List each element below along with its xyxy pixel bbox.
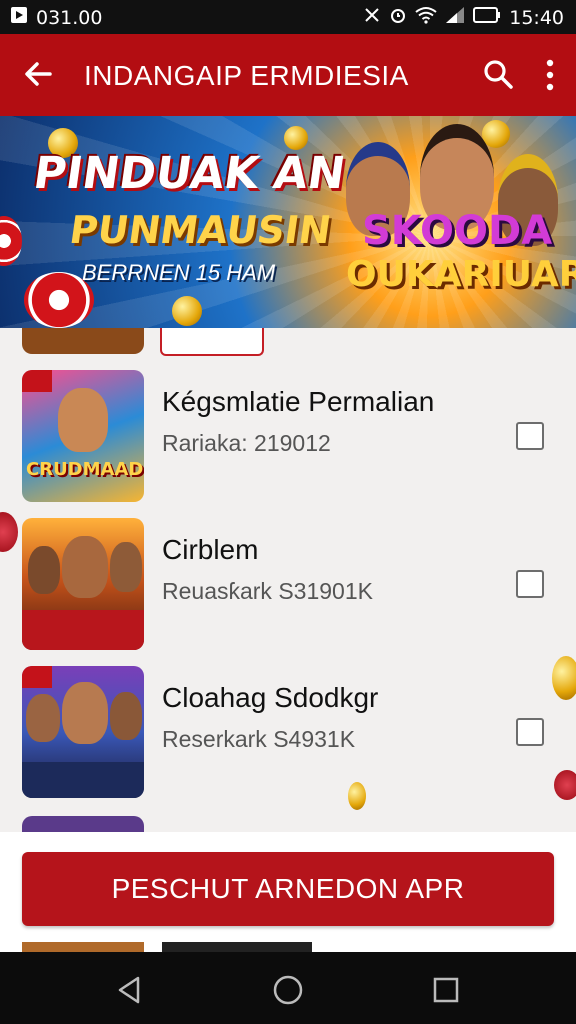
item-subtitle: Reuasƙark S31901K bbox=[162, 578, 373, 604]
coin-icon bbox=[284, 126, 308, 150]
character-face bbox=[26, 694, 60, 742]
item-title: Kégsmlatie Permalian bbox=[162, 386, 435, 417]
character-face bbox=[110, 542, 142, 592]
banner-brand-top: SKOODA bbox=[362, 208, 553, 254]
search-icon[interactable] bbox=[482, 58, 514, 90]
character-face bbox=[58, 388, 108, 452]
item-subtitle: Rariaka: 219012 bbox=[162, 430, 331, 456]
primary-cta-button[interactable]: PESCHUT ARNEDON APR bbox=[22, 852, 554, 926]
game-thumbnail bbox=[22, 518, 144, 650]
vibrate-icon bbox=[363, 6, 381, 29]
item-checkbox[interactable] bbox=[516, 422, 544, 450]
item-subtitle: Reserkark S4931K bbox=[162, 726, 356, 752]
character-face bbox=[28, 546, 60, 594]
status-bar: 031.00 15:40 bbox=[0, 0, 576, 34]
nav-back-icon[interactable] bbox=[110, 970, 150, 1010]
list-item-partial bbox=[22, 816, 144, 832]
item-title: Cloahag Sdodkgr bbox=[162, 682, 379, 713]
floating-coin-icon bbox=[552, 656, 576, 700]
signal-icon bbox=[445, 6, 465, 29]
list-item[interactable]: Cloahag Sdodkgr Reserkark S4931K bbox=[0, 666, 576, 814]
list-item-partial bbox=[22, 328, 144, 354]
banner-headline: PINDUAK AN bbox=[30, 148, 349, 199]
wifi-icon bbox=[415, 6, 437, 29]
system-nav-bar bbox=[0, 952, 576, 1024]
thumb-label: CRUDMAAD bbox=[26, 459, 144, 480]
banner-tagline: BERRNEN 15 HAM bbox=[82, 260, 276, 285]
more-vert-icon[interactable] bbox=[538, 58, 562, 92]
alarm-icon bbox=[389, 6, 407, 29]
thumb-ribbon bbox=[22, 370, 52, 392]
promo-banner[interactable]: PINDUAK AN PUNMAUSIN BERRNEN 15 HAM SKOO… bbox=[0, 116, 576, 328]
character-face bbox=[110, 692, 142, 740]
character-shirt bbox=[22, 762, 144, 798]
status-time: 15:40 bbox=[509, 6, 564, 29]
floating-chip-icon bbox=[554, 770, 576, 800]
app-bar: INDANGAIP ERMDIESIA bbox=[0, 34, 576, 116]
game-thumbnail bbox=[22, 666, 144, 798]
back-arrow-icon[interactable] bbox=[20, 56, 56, 92]
character-shirt bbox=[22, 610, 144, 650]
banner-subheadline: PUNMAUSIN bbox=[66, 208, 334, 252]
nav-home-icon[interactable] bbox=[268, 970, 308, 1010]
tag-partial bbox=[160, 328, 264, 356]
banner-brand-bottom: OUKARIUAR bbox=[346, 254, 576, 295]
status-left-text: 031.00 bbox=[36, 6, 103, 29]
coin-icon bbox=[172, 296, 202, 326]
nav-recents-icon[interactable] bbox=[426, 970, 466, 1010]
item-checkbox[interactable] bbox=[516, 718, 544, 746]
battery-icon bbox=[473, 6, 501, 29]
item-title: Cirblem bbox=[162, 534, 259, 565]
list-item[interactable]: Cirblem Reuasƙark S31901K bbox=[0, 518, 576, 666]
game-list: CRUDMAAD Kégsmlatie Permalian Rariaka: 2… bbox=[0, 328, 576, 832]
character-face bbox=[62, 682, 108, 744]
character-face bbox=[62, 536, 108, 598]
thumb-ribbon bbox=[22, 666, 52, 688]
list-item[interactable]: CRUDMAAD Kégsmlatie Permalian Rariaka: 2… bbox=[0, 370, 576, 518]
bottom-panel: PESCHUT ARNEDON APR bbox=[0, 832, 576, 954]
floating-coin-icon bbox=[348, 782, 366, 810]
list-title-partial bbox=[162, 942, 312, 952]
page-title: INDANGAIP ERMDIESIA bbox=[84, 60, 409, 91]
item-checkbox[interactable] bbox=[516, 570, 544, 598]
game-thumbnail: CRUDMAAD bbox=[22, 370, 144, 502]
notification-icon bbox=[10, 6, 28, 29]
